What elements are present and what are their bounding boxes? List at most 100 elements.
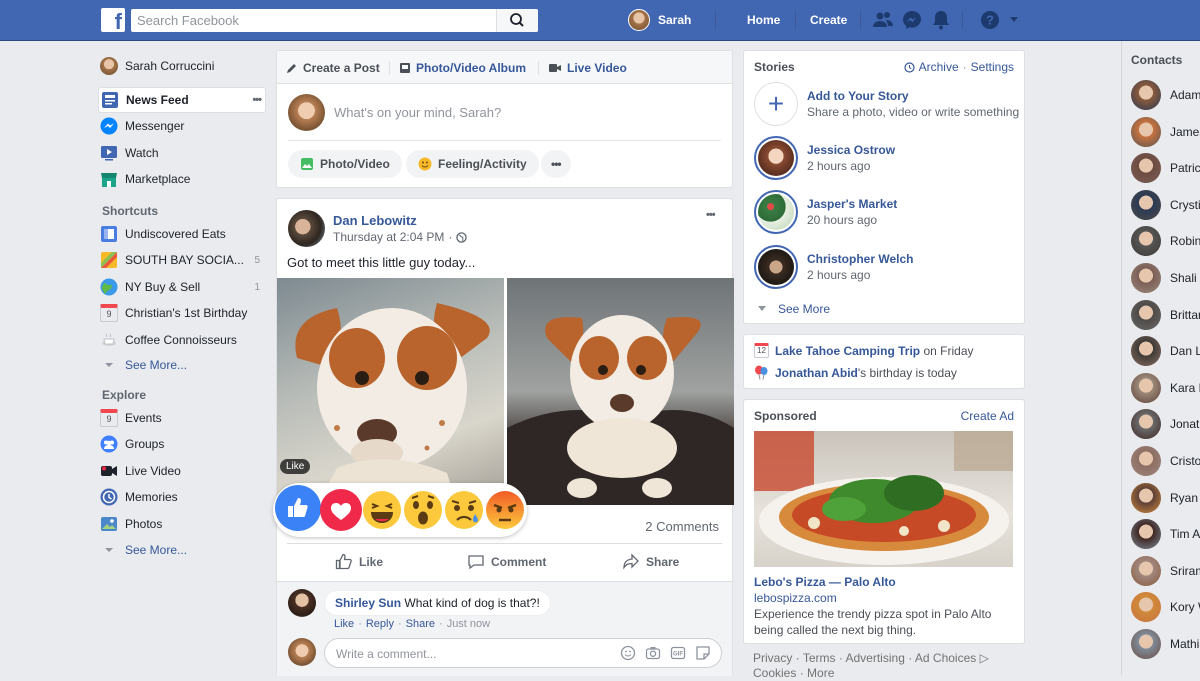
event-reminder[interactable]: 12 Lake Tahoe Camping Trip on Friday	[754, 343, 974, 358]
shortcut-item[interactable]: SOUTH BAY SOCIA... 5	[100, 247, 264, 273]
more-options-button[interactable]: •••	[541, 150, 571, 178]
tab-photo-video-album[interactable]: Photo/Video Album	[399, 61, 526, 75]
caret-down-icon[interactable]	[1009, 16, 1019, 24]
shortcut-item[interactable]: Undiscovered Eats	[100, 221, 264, 247]
feeling-activity-button[interactable]: Feeling/Activity	[406, 150, 539, 178]
comments-count[interactable]: 2 Comments	[645, 519, 719, 534]
facebook-logo[interactable]: f	[101, 8, 125, 32]
tab-create-post[interactable]: Create a Post	[286, 61, 380, 75]
contact-item[interactable]: Kara F	[1131, 372, 1200, 403]
contact-item[interactable]: Adam	[1131, 80, 1200, 110]
contact-item[interactable]: James	[1131, 116, 1200, 147]
add-story-button[interactable]: + Add to Your Story Share a photo, video…	[754, 82, 1019, 126]
sidebar-item-groups[interactable]: Groups	[100, 431, 264, 457]
ad-image[interactable]	[754, 431, 1013, 567]
contact-item[interactable]: Brittany	[1131, 299, 1200, 330]
stories-see-more[interactable]: See More	[758, 302, 830, 316]
photo-video-button[interactable]: Photo/Video	[288, 150, 402, 178]
more-options-icon[interactable]: •••	[252, 94, 262, 106]
sidebar-item-memories[interactable]: Memories	[100, 484, 264, 510]
notifications-icon[interactable]	[932, 10, 950, 30]
shortcut-item[interactable]: 9 Christian's 1st Birthday	[100, 300, 264, 326]
post-timestamp[interactable]: Thursday at 2:04 PM	[333, 230, 444, 244]
post-photo[interactable]	[277, 278, 504, 505]
angry-reaction-icon[interactable]	[484, 489, 526, 531]
post-author[interactable]: Dan Lebowitz	[333, 213, 417, 228]
nav-create-link[interactable]: Create	[810, 13, 847, 27]
love-reaction-icon[interactable]	[320, 489, 362, 531]
sidebar-item-news-feed[interactable]: News Feed •••	[98, 87, 266, 113]
see-more-shortcuts[interactable]: See More...	[100, 352, 264, 378]
share-button[interactable]: Share	[622, 553, 679, 571]
camera-icon[interactable]	[645, 645, 661, 661]
settings-link[interactable]: Settings	[971, 60, 1014, 74]
emoji-icon[interactable]	[620, 645, 636, 661]
contact-item[interactable]: Ryan F	[1131, 482, 1200, 513]
post-photo[interactable]	[507, 278, 734, 505]
contact-item[interactable]: Cristof	[1131, 446, 1200, 476]
like-button[interactable]: Like	[335, 553, 383, 571]
sidebar-item-live-video[interactable]: Live Video	[100, 458, 264, 484]
birthday-name[interactable]: Jonathan Abid	[775, 366, 858, 380]
create-ad-link[interactable]: Create Ad	[961, 409, 1014, 423]
gif-icon[interactable]: GIF	[670, 645, 686, 661]
comment-input[interactable]: Write a comment...	[336, 647, 436, 661]
contact-item[interactable]: Sriram	[1131, 555, 1200, 586]
write-comment-box[interactable]: Write a comment... GIF	[324, 638, 722, 668]
footer-link[interactable]: Ad Choices	[915, 651, 976, 665]
like-reaction-icon[interactable]	[275, 485, 321, 531]
sad-reaction-icon[interactable]	[443, 489, 485, 531]
comment-share-link[interactable]: Share	[406, 618, 435, 630]
sidebar-item-photos[interactable]: Photos	[100, 511, 264, 537]
shortcut-item[interactable]: NY Buy & Sell 1	[100, 274, 264, 300]
ad-url[interactable]: lebospizza.com	[754, 591, 837, 605]
friends-icon[interactable]	[872, 10, 894, 30]
event-name[interactable]: Lake Tahoe Camping Trip	[775, 344, 920, 358]
messenger-icon[interactable]	[902, 10, 922, 30]
sidebar-item-messenger[interactable]: Messenger	[100, 113, 264, 139]
avatar[interactable]	[288, 589, 316, 617]
story-item[interactable]: Christopher Welch 2 hours ago	[754, 245, 913, 289]
contact-item[interactable]: Jonath	[1131, 409, 1200, 440]
contact-item[interactable]: Mathia	[1131, 629, 1200, 659]
post-options-icon[interactable]: •••	[706, 209, 716, 221]
comment-button[interactable]: Comment	[467, 553, 546, 571]
story-item[interactable]: Jasper's Market 20 hours ago	[754, 190, 897, 234]
archive-link[interactable]: Archive	[919, 60, 959, 74]
sticker-icon[interactable]	[695, 645, 711, 661]
comment-timestamp[interactable]: Just now	[447, 618, 490, 630]
sidebar-item-events[interactable]: 9 Events	[100, 405, 264, 431]
haha-reaction-icon[interactable]	[361, 489, 403, 531]
search-input[interactable]	[131, 9, 491, 32]
see-more-explore[interactable]: See More...	[100, 537, 264, 563]
search-button[interactable]	[496, 9, 538, 32]
sidebar-item-watch[interactable]: Watch	[100, 140, 264, 166]
sidebar-item-marketplace[interactable]: Marketplace	[100, 166, 264, 192]
contact-item[interactable]: Tim A	[1131, 519, 1200, 550]
contact-item[interactable]: Crystin	[1131, 189, 1200, 220]
footer-link[interactable]: Cookies	[753, 666, 796, 680]
comment-reply-link[interactable]: Reply	[366, 618, 394, 630]
birthday-reminder[interactable]: Jonathan Abid's birthday is today	[754, 365, 957, 380]
contact-item[interactable]: Kory W	[1131, 592, 1200, 623]
profile-link[interactable]: Sarah	[628, 9, 691, 31]
footer-link[interactable]: Terms	[803, 651, 836, 665]
help-icon[interactable]: ?	[980, 10, 1000, 30]
avatar[interactable]	[288, 210, 325, 247]
tab-live-video[interactable]: Live Video	[548, 61, 627, 75]
composer-input[interactable]: What's on your mind, Sarah?	[334, 105, 501, 120]
story-item[interactable]: Jessica Ostrow 2 hours ago	[754, 136, 895, 180]
contact-item[interactable]: Shali F	[1131, 263, 1200, 293]
ad-title[interactable]: Lebo's Pizza — Palo Alto	[754, 575, 896, 589]
wow-reaction-icon[interactable]	[402, 489, 444, 531]
footer-link[interactable]: Advertising	[846, 651, 905, 665]
footer-link[interactable]: More	[807, 666, 834, 680]
profile-nav-item[interactable]: Sarah Corruccini	[100, 53, 264, 79]
contact-item[interactable]: Patrick	[1131, 153, 1200, 184]
contact-item[interactable]: Robin	[1131, 226, 1200, 257]
footer-link[interactable]: Privacy	[753, 651, 792, 665]
shortcut-item[interactable]: Coffee Connoisseurs	[100, 327, 264, 353]
contact-item[interactable]: Dan L	[1131, 336, 1200, 367]
comment-like-link[interactable]: Like	[334, 618, 354, 630]
nav-home-link[interactable]: Home	[747, 13, 780, 27]
